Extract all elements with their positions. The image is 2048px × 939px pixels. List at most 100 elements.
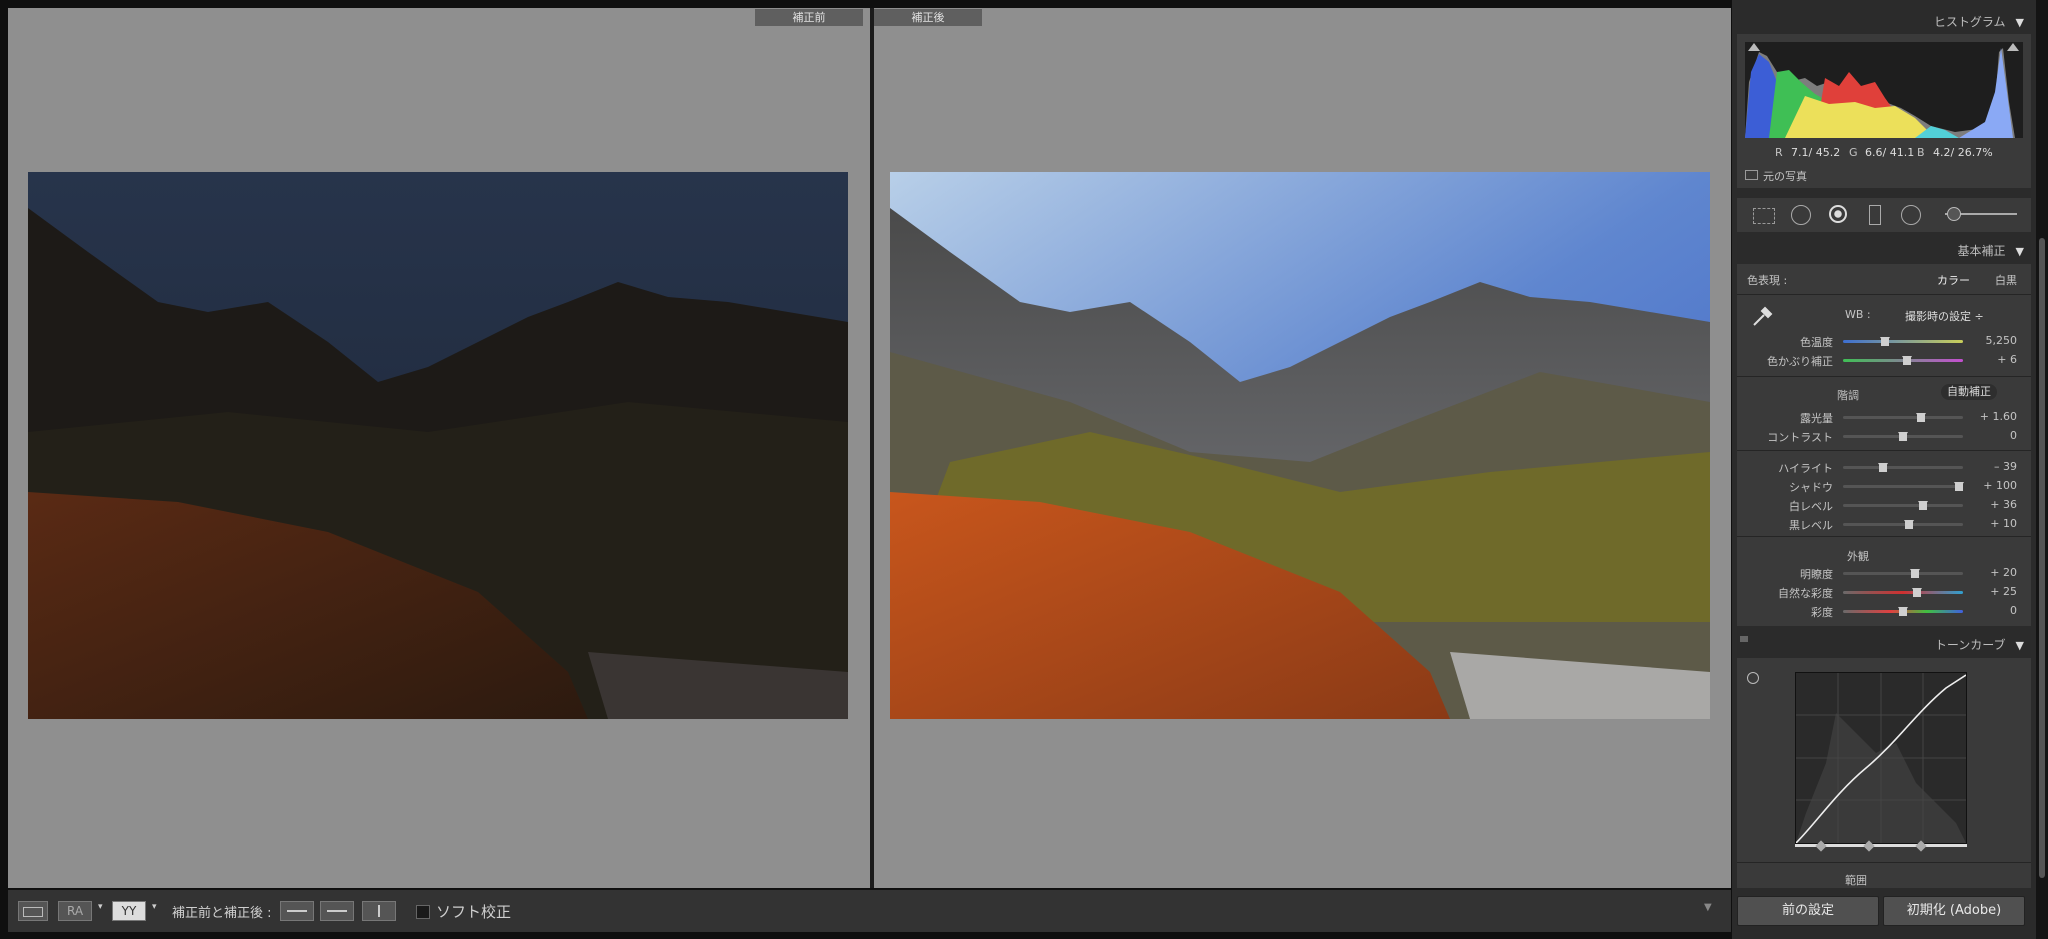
slider-label: 黒レベル <box>1789 519 1833 532</box>
separator <box>1737 450 2031 451</box>
slider-label: 自然な彩度 <box>1778 587 1833 600</box>
slider-label: 彩度 <box>1811 606 1833 619</box>
slider-knob[interactable] <box>1918 501 1929 510</box>
slider-knob[interactable] <box>1910 569 1920 578</box>
spot-removal-icon[interactable] <box>1791 205 1811 225</box>
tool-strip <box>1737 198 2031 232</box>
brush-knob-icon[interactable] <box>1947 207 1961 221</box>
slider-value[interactable]: – 39 <box>1957 460 2017 473</box>
chevron-down-icon[interactable]: ▾ <box>98 902 103 912</box>
collapse-triangle-icon[interactable]: ▼ <box>2016 639 2024 652</box>
softproof-checkbox[interactable] <box>416 905 430 919</box>
slider-value[interactable]: + 100 <box>1957 479 2017 492</box>
slider-knob[interactable] <box>1880 337 1890 346</box>
slider-track[interactable] <box>1843 356 1963 365</box>
separator <box>1737 376 2031 377</box>
slider-value[interactable]: + 6 <box>1957 353 2017 366</box>
after-photo[interactable] <box>890 172 1710 719</box>
compare-ab-button[interactable]: RA <box>58 901 92 921</box>
slider-track[interactable] <box>1843 607 1963 616</box>
hist-b-value: 4.2/ 26.7% <box>1933 146 1993 159</box>
separator <box>1737 862 2031 863</box>
develop-panel: ヒストグラム ▼ R 7.1/ 45.2 G 6.6/ 41.1 B 4.2/ 2… <box>1732 0 2036 939</box>
reset-button[interactable]: 初期化 (Adobe) <box>1883 896 2025 926</box>
scrollbar-thumb[interactable] <box>2039 238 2045 878</box>
slider-track[interactable] <box>1843 588 1963 597</box>
collapse-triangle-icon[interactable]: ▼ <box>2016 245 2024 258</box>
tonecurve-graph[interactable] <box>1795 672 1967 844</box>
slider-track[interactable] <box>1843 569 1963 578</box>
slider-track[interactable] <box>1843 501 1963 510</box>
loupe-view-icon[interactable] <box>18 901 48 921</box>
histogram-header[interactable]: ヒストグラム ▼ <box>1934 13 2024 30</box>
slider-label: ハイライト <box>1778 462 1833 475</box>
slider-knob[interactable] <box>1912 588 1923 597</box>
swap-settings-button[interactable] <box>280 901 314 921</box>
panel-scrollbar[interactable] <box>2036 0 2048 939</box>
tone-label: 階調 <box>1837 389 1859 402</box>
graduated-filter-icon[interactable] <box>1869 205 1881 225</box>
bottom-toolbar: RA ▾ YY ▾ 補正前と補正後 : ソフト校正 ▼ <box>8 889 1731 932</box>
compare-yy-button[interactable]: YY <box>112 901 146 921</box>
slider-value[interactable]: + 36 <box>1957 498 2017 511</box>
slider-track[interactable] <box>1843 520 1963 529</box>
treatment-color-option[interactable]: カラー <box>1937 272 1970 288</box>
range-label: 範囲 <box>1845 874 1867 887</box>
slider-value[interactable]: + 25 <box>1957 585 2017 598</box>
basic-header[interactable]: 基本補正 ▼ <box>1958 242 2024 259</box>
slider-label: 明瞭度 <box>1800 568 1833 581</box>
separator <box>1737 536 2031 537</box>
slider-value[interactable]: + 20 <box>1957 566 2017 579</box>
slider-track[interactable] <box>1843 482 1965 491</box>
wb-value[interactable]: 撮影時の設定 ÷ <box>1905 308 1984 324</box>
slider-knob[interactable] <box>1898 432 1908 441</box>
slider-knob[interactable] <box>1901 356 1912 365</box>
compare-divider[interactable] <box>870 8 874 888</box>
slider-value[interactable]: + 1.60 <box>1957 410 2017 423</box>
redeye-icon[interactable] <box>1829 205 1847 223</box>
crop-tool-icon[interactable] <box>1753 208 1775 224</box>
slider-track[interactable] <box>1843 337 1963 346</box>
slider-track[interactable] <box>1843 463 1963 472</box>
presence-label: 外観 <box>1847 550 1869 563</box>
tonecurve-header[interactable]: トーンカーブ ▼ <box>1935 636 2024 653</box>
treatment-bw-option[interactable]: 白黒 <box>1995 272 2017 288</box>
slider-track[interactable] <box>1843 432 1963 441</box>
slider-knob[interactable] <box>1877 463 1888 472</box>
after-photo-image <box>890 172 1710 719</box>
hist-g-value: 6.6/ 41.1 <box>1865 146 1915 159</box>
previous-settings-button[interactable]: 前の設定 <box>1737 896 1879 926</box>
collapse-triangle-icon[interactable]: ▼ <box>2016 16 2024 29</box>
radial-filter-icon[interactable] <box>1901 205 1921 225</box>
hist-b-label: B <box>1917 146 1925 159</box>
tonecurve-toggle-icon[interactable] <box>1740 636 1748 642</box>
chevron-down-icon[interactable]: ▾ <box>152 902 157 912</box>
original-photo-label: 元の写真 <box>1763 170 1807 183</box>
slider-label: シャドウ <box>1789 481 1833 494</box>
before-photo[interactable] <box>28 172 848 719</box>
slider-knob[interactable] <box>1904 520 1914 529</box>
before-after-label: 補正前と補正後 : <box>172 906 272 921</box>
targeted-adjust-icon[interactable] <box>1747 672 1759 684</box>
copy-settings-button[interactable] <box>320 901 354 921</box>
original-photo-icon <box>1745 170 1758 180</box>
slider-value[interactable]: 0 <box>1957 604 2017 617</box>
toolbar-menu-icon[interactable]: ▼ <box>1704 902 1712 913</box>
auto-tone-button[interactable]: 自動補正 <box>1941 384 1997 400</box>
slider-knob[interactable] <box>1916 413 1926 422</box>
slider-value[interactable]: 0 <box>1957 429 2017 442</box>
slider-label: コントラスト <box>1767 431 1833 444</box>
slider-value[interactable]: + 10 <box>1957 517 2017 530</box>
slider-track[interactable] <box>1843 413 1963 422</box>
tonecurve-panel: 範囲 <box>1737 658 2031 888</box>
slider-value[interactable]: 5,250 <box>1957 334 2018 347</box>
treatment-label: 色表現 : <box>1747 274 1788 287</box>
slider-knob[interactable] <box>1898 607 1908 616</box>
histogram-graph[interactable] <box>1745 42 2023 138</box>
slider-label: 露光量 <box>1800 412 1833 425</box>
copy-before-button[interactable] <box>362 901 396 921</box>
wb-eyedropper-icon[interactable] <box>1751 304 1775 328</box>
compare-view: 補正前 補正後 <box>8 8 1731 888</box>
hist-r-label: R <box>1775 146 1783 159</box>
separator <box>1737 294 2031 295</box>
